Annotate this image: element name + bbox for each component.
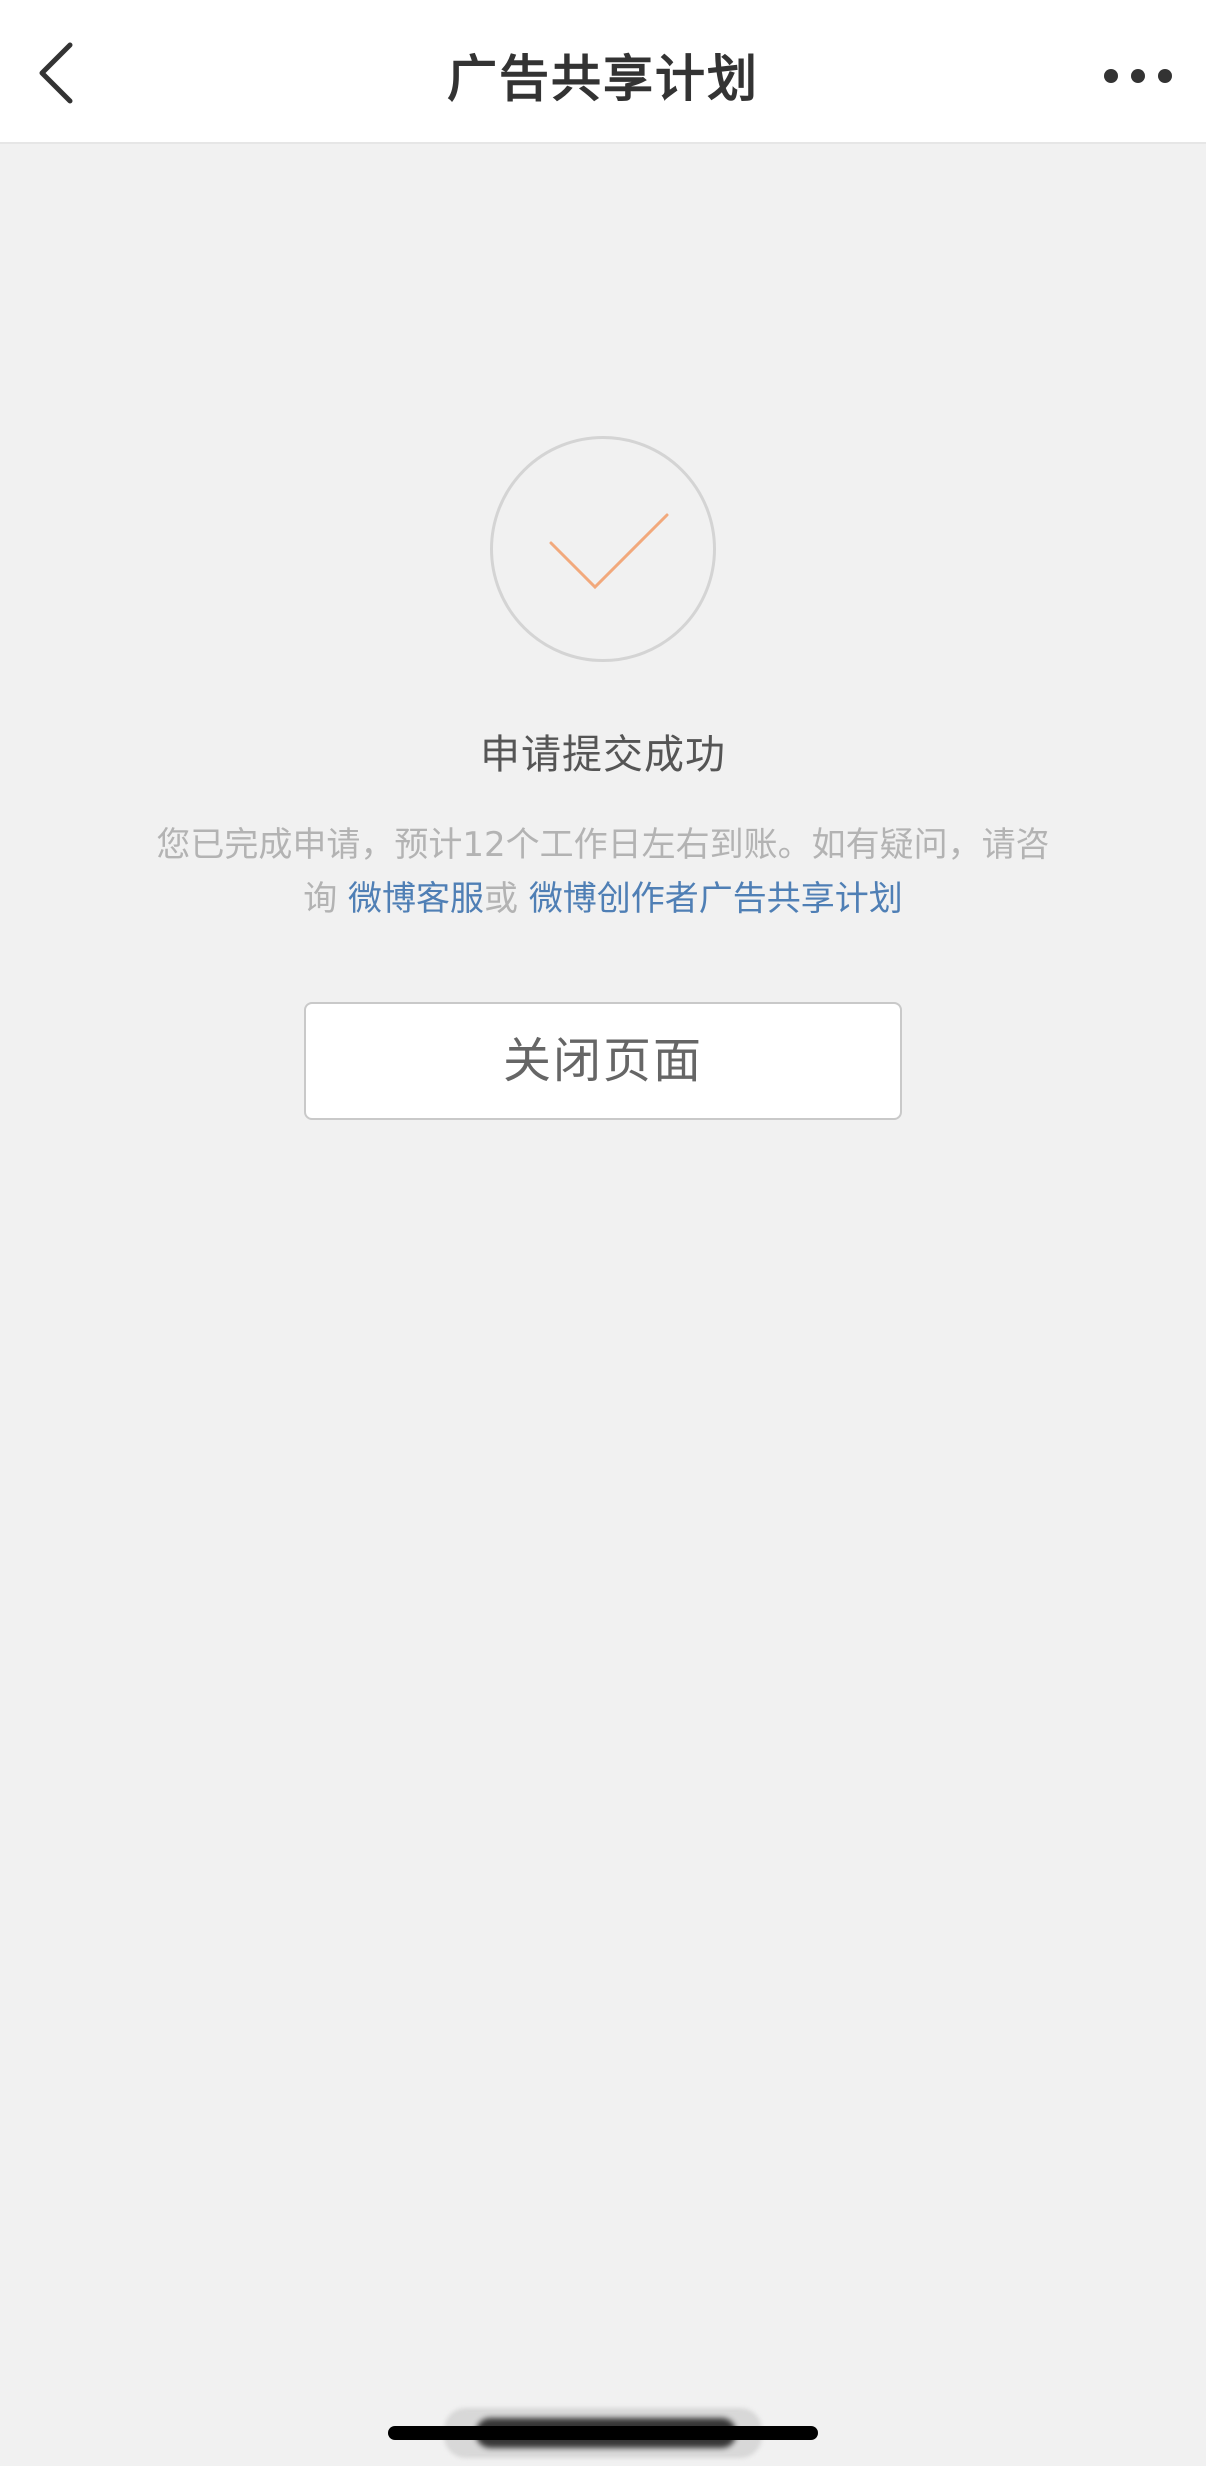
check-icon <box>549 513 669 590</box>
success-title: 申请提交成功 <box>480 732 726 778</box>
page-title: 广告共享计划 <box>447 50 759 108</box>
close-page-button[interactable]: 关闭页面 <box>304 1002 902 1120</box>
navigation-bar: 广告共享计划 <box>0 0 1206 144</box>
more-button[interactable] <box>1096 46 1180 106</box>
home-indicator[interactable] <box>388 2426 818 2440</box>
success-icon-circle <box>490 436 716 662</box>
more-horizontal-icon <box>1104 69 1172 83</box>
customer-service-link[interactable]: 微博客服 <box>348 879 484 919</box>
description-space <box>518 879 529 919</box>
ad-sharing-plan-link[interactable]: 微博创作者广告共享计划 <box>529 879 903 919</box>
description-or: 或 <box>484 879 518 919</box>
result-description: 您已完成申请，预计12个工作日左右到账。如有疑问，请咨询 微博客服或 微博创作者… <box>140 818 1066 926</box>
